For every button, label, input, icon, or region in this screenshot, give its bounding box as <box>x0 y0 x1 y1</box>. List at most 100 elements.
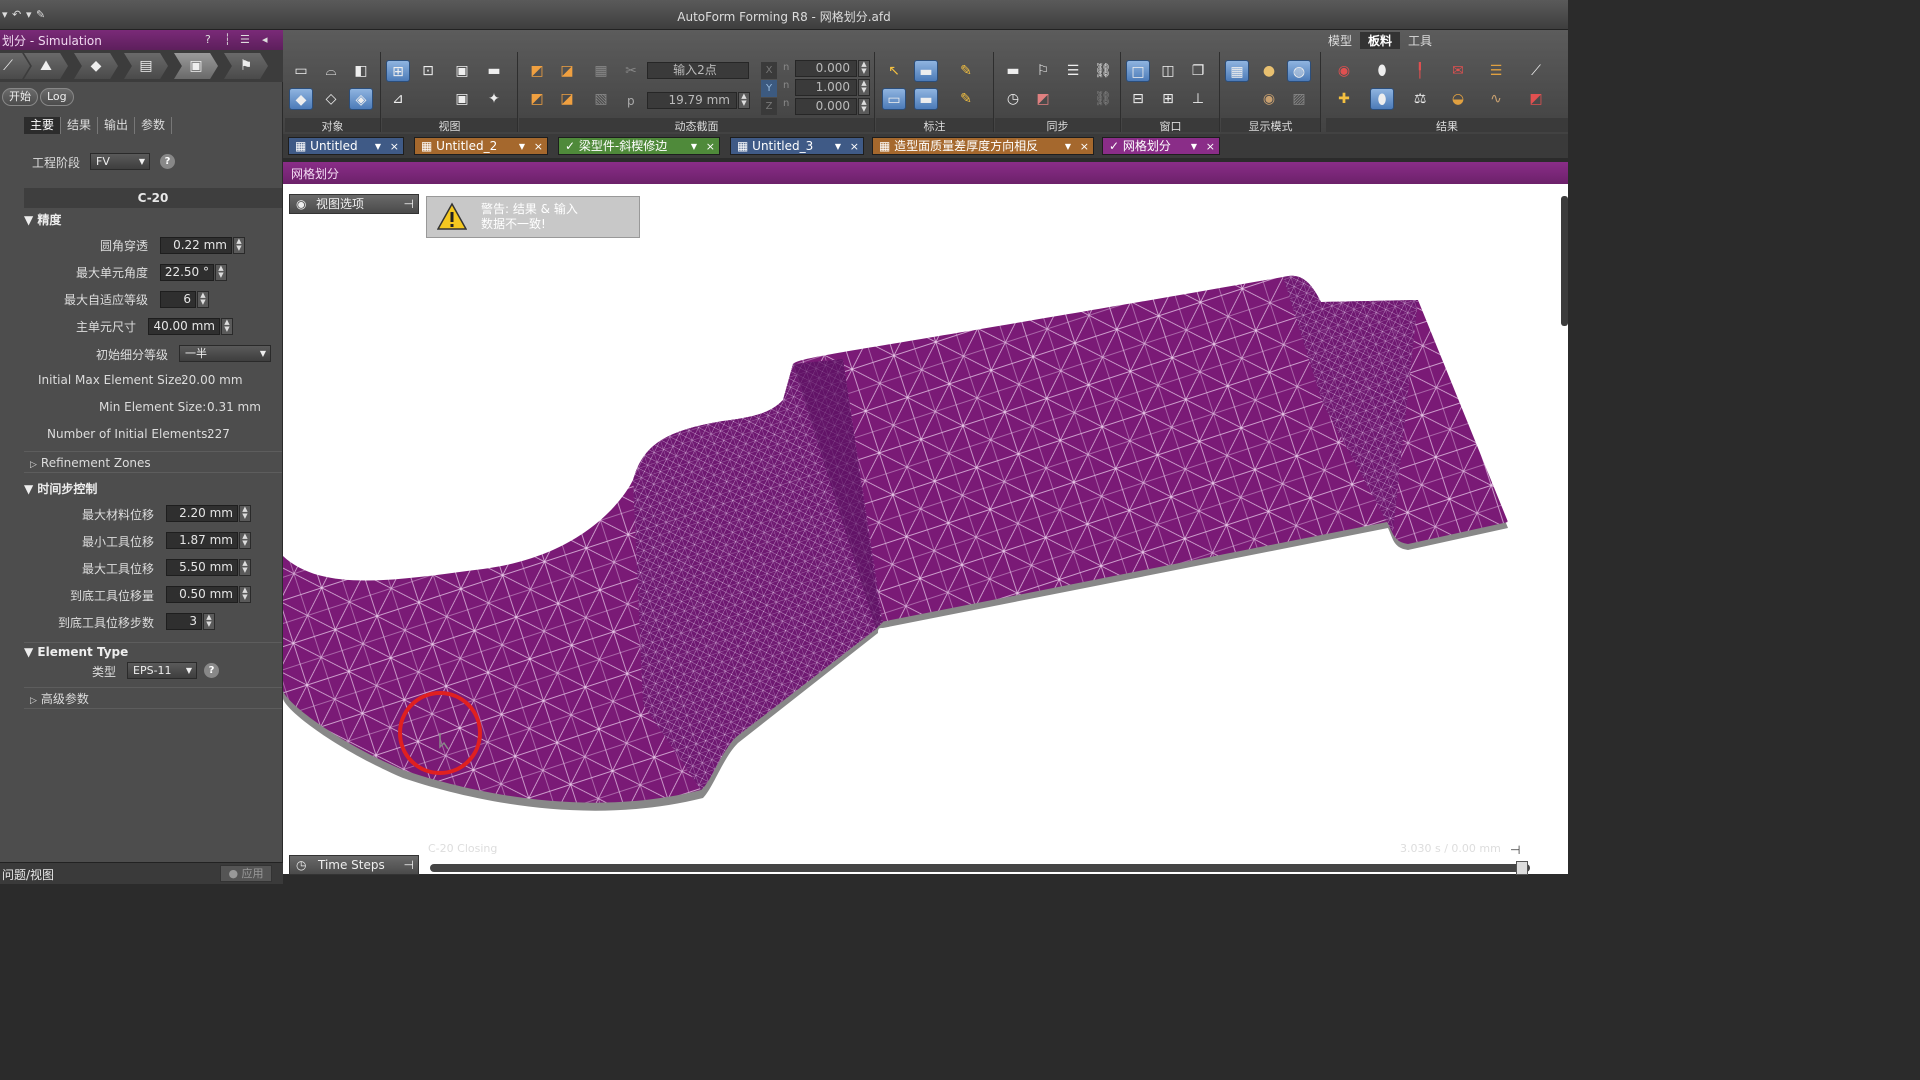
die-icon[interactable]: ⌓ <box>319 60 343 82</box>
p-field[interactable]: 19.79 mm <box>647 92 737 109</box>
close-icon[interactable]: × <box>850 138 859 155</box>
view-fit-icon[interactable]: ⊞ <box>386 60 410 82</box>
sync-flag-icon[interactable]: ⚐ <box>1031 60 1055 82</box>
doc-tab[interactable]: ▦ Untitled ▼ × <box>288 137 404 155</box>
max-tool-disp-field[interactable]: 5.50 mm <box>166 559 238 576</box>
result-thickness-icon[interactable]: ⬮ <box>1370 60 1394 82</box>
view-light-icon[interactable]: ✦ <box>482 88 506 110</box>
tab-blank[interactable]: 板料 <box>1360 32 1401 49</box>
3d-viewport[interactable]: C-20 Closing 3.030 s / 0.00 mm <box>283 184 1568 874</box>
time-slider[interactable] <box>430 861 1530 875</box>
section-paste-icon[interactable]: ◪ <box>555 88 579 110</box>
stage-select[interactable]: FV ▼ <box>90 153 150 170</box>
pin-icon[interactable]: ┆ <box>224 33 231 46</box>
close-icon[interactable]: × <box>706 138 715 155</box>
precision-section-header[interactable]: ▼ 精度 <box>24 211 282 228</box>
element-type-section-header[interactable]: ▼ Element Type <box>24 642 282 659</box>
sync-list-icon[interactable]: ☰ <box>1061 60 1085 82</box>
binder-icon[interactable]: ◧ <box>349 60 373 82</box>
view-zoom-icon[interactable]: ⊡ <box>416 60 440 82</box>
die-step-icon[interactable]: ⛰ <box>24 53 68 79</box>
window-split-icon[interactable]: ◫ <box>1156 60 1180 82</box>
spinner[interactable]: ▲ ▼ <box>738 92 750 109</box>
max-angle-field[interactable]: 22.50 ° <box>160 264 214 281</box>
sync-camera-icon[interactable]: ▬ <box>1001 60 1025 82</box>
spinner[interactable]: ▲ ▼ <box>858 98 870 115</box>
time-steps-button[interactable]: ◷ Time Steps ⊣ <box>289 855 419 875</box>
init-refine-select[interactable]: 一半 ▼ <box>179 345 271 362</box>
close-icon[interactable]: × <box>1080 138 1089 155</box>
view-frame-icon[interactable]: ▣ <box>450 60 474 82</box>
probe-icon[interactable]: ✎ <box>954 60 978 82</box>
result-axis-icon[interactable]: ✚ <box>1332 88 1356 110</box>
result-line-icon[interactable]: ⟋ <box>1524 60 1548 82</box>
pin-icon[interactable]: ⊣ <box>1510 843 1520 857</box>
element-type-select[interactable]: EPS-11 ▼ <box>127 662 197 679</box>
spinner[interactable]: ▲ ▼ <box>858 60 870 77</box>
close-icon[interactable]: × <box>534 138 543 155</box>
fillet-penetration-field[interactable]: 0.22 mm <box>160 237 232 254</box>
apply-button[interactable]: ● 应用 <box>220 865 272 882</box>
result-scale-icon[interactable]: ⚖ <box>1408 88 1432 110</box>
main-element-size-field[interactable]: 40.00 mm <box>148 318 220 335</box>
result-mail-icon[interactable]: ✉ <box>1446 60 1470 82</box>
result-active-icon[interactable]: ⬮ <box>1370 88 1394 110</box>
window-hsplit-icon[interactable]: ⊟ <box>1126 88 1150 110</box>
collapse-icon[interactable]: ◂ <box>262 33 268 46</box>
close-icon[interactable]: × <box>390 138 399 155</box>
punch-icon[interactable]: ◇ <box>319 88 343 110</box>
chevron-down-icon[interactable]: ▼ <box>1191 138 1197 155</box>
spinner[interactable]: ▲ ▼ <box>239 559 251 576</box>
mesh-display-icon[interactable]: ▦ <box>1225 60 1249 82</box>
spinner[interactable]: ▲ ▼ <box>221 318 233 335</box>
section-copy-icon[interactable]: ◩ <box>525 88 549 110</box>
pin-icon[interactable]: ⊣ <box>404 856 414 874</box>
blank-icon[interactable]: ◆ <box>289 88 313 110</box>
nz-field[interactable]: 0.000 <box>795 98 857 115</box>
bottom-tool-steps-field[interactable]: 3 <box>166 613 202 630</box>
spinner[interactable]: ▲ ▼ <box>233 237 245 254</box>
unlink-icon[interactable]: ⛓ <box>1091 88 1115 110</box>
time-step-section-header[interactable]: ▼ 时间步控制 <box>24 480 282 497</box>
help-icon[interactable]: ? <box>204 663 219 678</box>
spinner[interactable]: ▲ ▼ <box>239 586 251 603</box>
tab-tools[interactable]: 工具 <box>1400 32 1440 49</box>
refinement-zones-header[interactable]: ▷ Refinement Zones <box>24 451 282 473</box>
max-adaptive-level-field[interactable]: 6 <box>160 291 196 308</box>
value-tag-icon[interactable]: ▬ <box>914 88 938 110</box>
control-step-icon[interactable]: ▣ <box>174 53 218 79</box>
spinner[interactable]: ▲ ▼ <box>858 79 870 96</box>
section-grid-icon[interactable]: ▦ <box>589 60 613 82</box>
vertical-scrollbar[interactable] <box>1561 196 1568 326</box>
wire-display-icon[interactable]: ◍ <box>1287 60 1311 82</box>
help-icon[interactable]: ? <box>205 33 211 46</box>
view-box-icon[interactable]: ▣ <box>450 88 474 110</box>
spinner[interactable]: ▲ ▼ <box>203 613 215 630</box>
section-move-icon[interactable]: ▧ <box>589 88 613 110</box>
ny-field[interactable]: 1.000 <box>795 79 857 96</box>
doc-tab[interactable]: ▦ 造型面质量差厚度方向相反 ▼ × <box>872 137 1094 155</box>
section-cut-icon[interactable]: ✂ <box>619 60 643 82</box>
ruler-icon[interactable]: ▬ <box>914 60 938 82</box>
chevron-down-icon[interactable]: ▼ <box>375 138 381 155</box>
chevron-down-icon[interactable]: ▼ <box>519 138 525 155</box>
spinner[interactable]: ▲ ▼ <box>215 264 227 281</box>
probe2-icon[interactable]: ✎ <box>954 88 978 110</box>
doc-tab-active[interactable]: ✓ 网格划分 ▼ × <box>1102 137 1220 155</box>
tab-main[interactable]: 主要 <box>24 117 62 134</box>
label-icon[interactable]: ▭ <box>882 88 906 110</box>
shaded-display-icon[interactable]: ● <box>1257 60 1281 82</box>
workflow-step-icon[interactable]: ⟋ <box>0 53 30 79</box>
bottom-tool-disp-field[interactable]: 0.50 mm <box>166 586 238 603</box>
clock-icon[interactable]: ◷ <box>1001 88 1025 110</box>
spinner[interactable]: ▲ ▼ <box>197 291 209 308</box>
min-tool-disp-field[interactable]: 1.87 mm <box>166 532 238 549</box>
transparent-display-icon[interactable]: ▨ <box>1287 88 1311 110</box>
list-icon[interactable]: ☰ <box>240 33 250 46</box>
result-thermo-icon[interactable]: ╿ <box>1408 60 1432 82</box>
window-cascade-icon[interactable]: ❐ <box>1186 60 1210 82</box>
chevron-down-icon[interactable]: ▼ <box>691 138 697 155</box>
window-tile-icon[interactable]: ⊥ <box>1186 88 1210 110</box>
result-blank-icon[interactable]: ◉ <box>1332 60 1356 82</box>
doc-tab[interactable]: ✓ 梁型件-斜楔修边 ▼ × <box>558 137 720 155</box>
